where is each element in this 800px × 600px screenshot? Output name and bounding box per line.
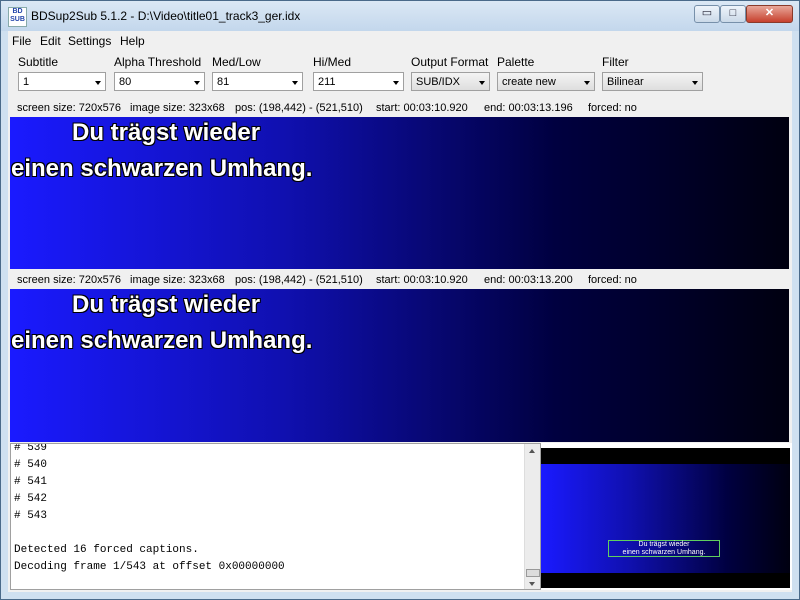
source-end: end: 00:03:13.196 [484,102,573,114]
maximize-button[interactable]: □ [720,5,746,23]
title-bar[interactable]: BD SUB BDSup2Sub 5.1.2 - D:\Video\title0… [1,1,799,31]
hi-med-threshold-select[interactable]: 211 [313,72,404,91]
target-image-size: image size: 323x68 [130,274,225,286]
mini-subtitle-line1: Du trägst wieder [638,541,690,548]
target-screen-size: screen size: 720x576 [17,274,121,286]
menu-edit[interactable]: Edit [40,34,61,48]
source-pos: pos: (198,442) - (521,510) [235,102,363,114]
target-end: end: 00:03:13.200 [484,274,573,286]
chevron-down-icon [95,81,101,85]
scrollbar-thumb[interactable] [526,569,540,577]
output-format-label: Output Format [411,55,489,69]
med-low-threshold-label: Med/Low Threshold [212,55,265,84]
source-forced: forced: no [588,102,637,114]
chevron-down-icon [584,81,590,85]
log-line: # 539 [14,443,48,454]
subtitle-position-box[interactable]: Du trägst wieder einen schwarzen Umhang. [608,540,720,557]
filter-label: Filter [602,55,629,69]
log-line: # 542 [14,493,48,505]
log-line: Decoding frame 1/543 at offset 0x0000000… [14,561,285,573]
log-console[interactable]: # 539 # 540 # 541 # 542 # 543 Detected 1… [10,443,541,590]
layout-screen: Du trägst wieder einen schwarzen Umhang. [541,448,790,588]
palette-select[interactable]: create new [497,72,595,91]
log-line: Detected 16 forced captions. [14,544,199,556]
log-line: # 541 [14,476,48,488]
alpha-threshold-value: 80 [119,76,132,88]
source-info-bar: screen size: 720x576 image size: 323x68 … [8,99,792,117]
filter-select[interactable]: Bilinear [602,72,703,91]
window-title: BDSup2Sub 5.1.2 - D:\Video\title01_track… [31,9,301,23]
output-format-select[interactable]: SUB/IDX [411,72,490,91]
output-format-group: Output Format SUB/IDX [411,55,490,91]
med-low-threshold-group: Med/Low Threshold 81 [212,55,303,91]
target-forced: forced: no [588,274,637,286]
toolbar: Subtitle 1 Alpha Threshold 80 Med/Low Th… [8,51,792,99]
target-info-bar: screen size: 720x576 image size: 323x68 … [8,271,792,289]
source-image-size: image size: 323x68 [130,102,225,114]
alpha-threshold-group: Alpha Threshold 80 [114,55,205,91]
log-line: # 543 [14,510,48,522]
hi-med-threshold-group: Hi/Med Threshold 211 [313,55,404,91]
source-start: start: 00:03:10.920 [376,102,468,114]
alpha-threshold-select[interactable]: 80 [114,72,205,91]
alpha-threshold-label: Alpha Threshold [114,55,202,69]
log-line: # 540 [14,459,48,471]
app-window: BD SUB BDSup2Sub 5.1.2 - D:\Video\title0… [0,0,800,600]
chevron-down-icon [393,81,399,85]
palette-group: Palette create new [497,55,595,91]
target-subtitle-line2: einen schwarzen Umhang. [11,327,313,354]
target-preview: Du trägst wieder einen schwarzen Umhang. [10,289,789,442]
chevron-down-icon [292,81,298,85]
menu-help[interactable]: Help [120,34,145,48]
output-format-value: SUB/IDX [416,76,461,88]
source-screen-size: screen size: 720x576 [17,102,121,114]
subtitle-value: 1 [23,76,30,88]
chevron-down-icon [692,81,698,85]
source-subtitle-line2: einen schwarzen Umhang. [11,155,313,182]
palette-value: create new [502,76,556,88]
subtitle-select[interactable]: 1 [18,72,106,91]
filter-value: Bilinear [607,76,644,88]
source-subtitle-line1: Du trägst wieder [72,119,261,146]
layout-preview[interactable]: Du trägst wieder einen schwarzen Umhang. [541,443,792,590]
subtitle-label: Subtitle [18,55,59,69]
chevron-down-icon [194,81,200,85]
hi-med-threshold-value: 211 [318,76,336,88]
close-button[interactable]: ✕ [746,5,793,23]
med-low-threshold-value: 81 [217,76,230,88]
target-pos: pos: (198,442) - (521,510) [235,274,363,286]
subtitle-group: Subtitle 1 [18,55,106,91]
mini-subtitle-line2: einen schwarzen Umhang. [622,549,706,556]
menu-file[interactable]: File [12,34,31,48]
log-scrollbar[interactable] [524,444,540,589]
scroll-down-icon[interactable] [529,582,535,586]
chevron-down-icon [479,81,485,85]
scroll-up-icon[interactable] [529,449,535,453]
client-area: File Edit Settings Help Subtitle 1 Alpha… [8,31,792,592]
minimize-button[interactable]: ▭ [694,5,720,23]
target-subtitle-line1: Du trägst wieder [72,291,261,318]
menu-settings[interactable]: Settings [68,34,111,48]
med-low-threshold-select[interactable]: 81 [212,72,303,91]
filter-group: Filter Bilinear [602,55,703,91]
app-icon: BD SUB [8,7,27,27]
palette-label: Palette [497,55,535,69]
target-start: start: 00:03:10.920 [376,274,468,286]
source-preview: Du trägst wieder einen schwarzen Umhang. [10,117,789,269]
menu-bar: File Edit Settings Help [8,31,792,51]
hi-med-threshold-label: Hi/Med Threshold [313,55,366,84]
